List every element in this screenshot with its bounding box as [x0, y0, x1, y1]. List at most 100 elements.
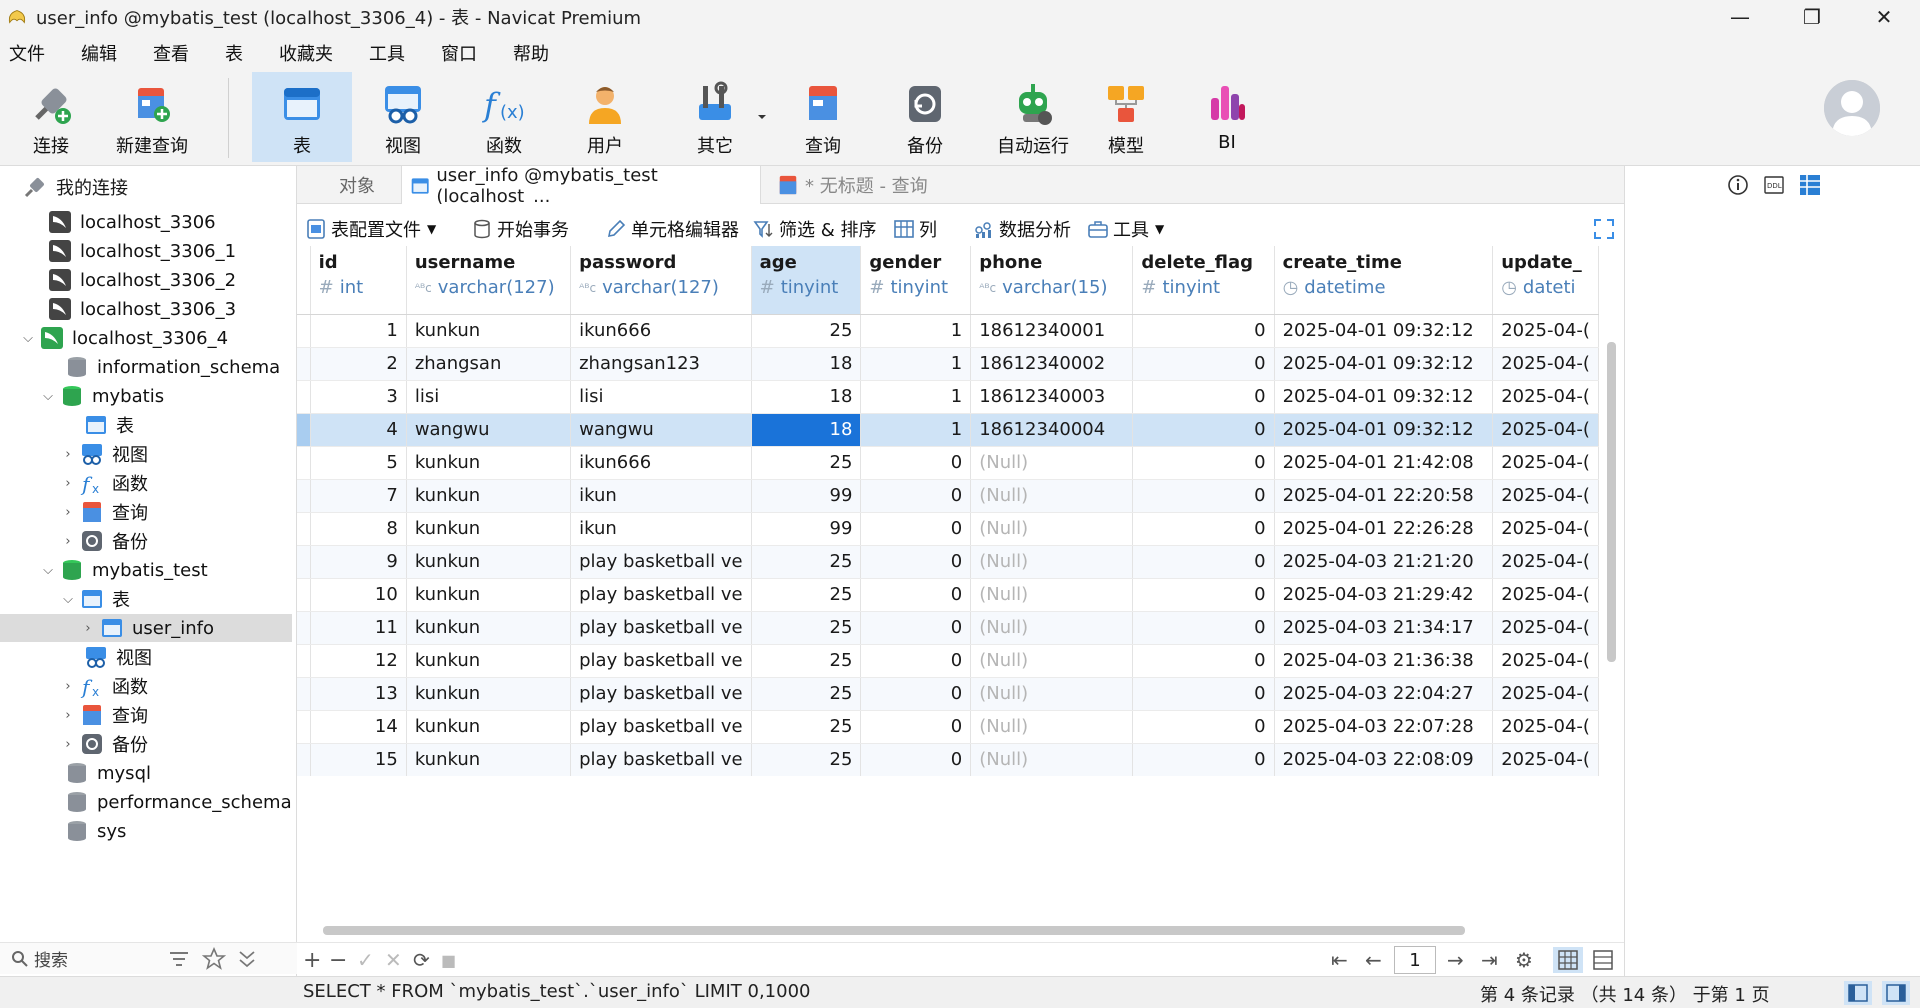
- sidebar-search[interactable]: 搜索: [0, 942, 297, 974]
- cell-create-time[interactable]: 2025-04-01 21:42:08: [1274, 446, 1494, 480]
- column-header-id[interactable]: id # int: [310, 246, 407, 315]
- cell-gender[interactable]: 0: [860, 710, 972, 744]
- toggle-right-panel-icon[interactable]: [1882, 981, 1910, 1005]
- chevron-right-icon[interactable]: ›: [60, 679, 76, 694]
- cell-username[interactable]: kunkun: [406, 710, 572, 744]
- cell-id[interactable]: 3: [310, 380, 407, 414]
- cell-delete-flag[interactable]: 0: [1132, 314, 1275, 348]
- cell-create-time[interactable]: 2025-04-03 21:21:20: [1274, 545, 1494, 579]
- query-button[interactable]: 查询: [782, 72, 864, 162]
- cell-update-time[interactable]: 2025-04-(: [1492, 380, 1599, 414]
- function-button[interactable]: f (x) 函数: [464, 72, 544, 162]
- cell-delete-flag[interactable]: 0: [1132, 743, 1275, 776]
- chevron-right-icon[interactable]: ›: [80, 621, 96, 636]
- cell-age[interactable]: 25: [751, 677, 862, 711]
- tree-db-mybatis[interactable]: ⌵ mybatis: [40, 382, 164, 410]
- cell-phone[interactable]: (Null): [970, 578, 1134, 612]
- data-grid[interactable]: id # int username ᴬᴮc varchar(127) password ᴬ…: [297, 246, 1599, 776]
- cell-phone[interactable]: (Null): [970, 446, 1134, 480]
- cell-id[interactable]: 5: [310, 446, 407, 480]
- cell-username[interactable]: kunkun: [406, 611, 572, 645]
- table-row[interactable]: 8 kunkun ikun 99 0 (Null) 0 2025-04-01 22:26:28…: [297, 512, 1599, 546]
- cell-gender[interactable]: 1: [860, 314, 972, 348]
- cell-age[interactable]: 18: [751, 413, 862, 447]
- model-button[interactable]: 模型: [1086, 72, 1166, 162]
- chevron-down-icon[interactable]: ⌵: [40, 389, 56, 404]
- cell-update-time[interactable]: 2025-04-(: [1492, 611, 1599, 645]
- cell-password[interactable]: play basketball ve: [570, 644, 752, 678]
- next-page-button[interactable]: →: [1447, 947, 1464, 973]
- cell-gender[interactable]: 0: [860, 578, 972, 612]
- cell-gender[interactable]: 0: [860, 545, 972, 579]
- chevron-down-icon[interactable]: ⌵: [40, 563, 56, 578]
- cell-update-time[interactable]: 2025-04-(: [1492, 413, 1599, 447]
- chevron-right-icon[interactable]: ›: [60, 708, 76, 723]
- cell-age[interactable]: 25: [751, 446, 862, 480]
- table-row[interactable]: 3 lisi lisi 18 1 18612340003 0 2025-04-01 09:32…: [297, 380, 1599, 414]
- view-button[interactable]: 视图: [362, 72, 444, 162]
- cell-age[interactable]: 18: [751, 347, 862, 381]
- cell-update-time[interactable]: 2025-04-(: [1492, 578, 1599, 612]
- cell-username[interactable]: kunkun: [406, 446, 572, 480]
- cell-delete-flag[interactable]: 0: [1132, 644, 1275, 678]
- column-header-update-time[interactable]: update_ ◷ dateti: [1492, 246, 1599, 315]
- table-row[interactable]: 4 wangwu wangwu 18 1 18612340004 0 2025-04-01 0…: [297, 413, 1599, 447]
- table-row[interactable]: 9 kunkun play basketball ve 25 0 (Null) 0 2025-…: [297, 545, 1599, 579]
- menu-view[interactable]: 查看: [153, 40, 189, 66]
- other-dropdown-icon[interactable]: [756, 112, 768, 122]
- user-button[interactable]: 用户: [564, 72, 646, 162]
- cell-username[interactable]: kunkun: [406, 743, 572, 776]
- menu-window[interactable]: 窗口: [441, 40, 477, 66]
- tree-connection-localhost-3306-4[interactable]: ⌵ localhost_3306_4: [20, 324, 228, 352]
- tree-mybatis-test-views[interactable]: 视图: [64, 643, 152, 671]
- cell-id[interactable]: 1: [310, 314, 407, 348]
- cell-age[interactable]: 25: [751, 611, 862, 645]
- cell-age[interactable]: 99: [751, 479, 862, 513]
- cell-password[interactable]: ikun: [570, 479, 752, 513]
- tree-mybatis-views[interactable]: › 视图: [60, 440, 148, 468]
- tree-mybatis-test-queries[interactable]: › 查询: [60, 701, 148, 729]
- cell-username[interactable]: kunkun: [406, 644, 572, 678]
- cell-phone[interactable]: (Null): [970, 710, 1134, 744]
- cell-phone[interactable]: 18612340004: [970, 413, 1134, 447]
- cell-create-time[interactable]: 2025-04-03 21:34:17: [1274, 611, 1494, 645]
- cell-password[interactable]: play basketball ve: [570, 743, 752, 776]
- cell-delete-flag[interactable]: 0: [1132, 479, 1275, 513]
- menu-tools[interactable]: 工具: [369, 40, 405, 66]
- filter-lines-icon[interactable]: [168, 949, 190, 969]
- cell-username[interactable]: kunkun: [406, 479, 572, 513]
- cell-phone[interactable]: (Null): [970, 479, 1134, 513]
- page-number-input[interactable]: 1: [1394, 946, 1436, 974]
- cell-phone[interactable]: (Null): [970, 644, 1134, 678]
- cell-id[interactable]: 14: [310, 710, 407, 744]
- cell-phone[interactable]: (Null): [970, 743, 1134, 776]
- tree-mybatis-tables[interactable]: 表: [64, 411, 134, 439]
- cell-username[interactable]: kunkun: [406, 677, 572, 711]
- menu-edit[interactable]: 编辑: [81, 40, 117, 66]
- my-connections-header[interactable]: 我的连接: [22, 174, 128, 200]
- search-input[interactable]: 搜索: [34, 946, 68, 971]
- cell-password[interactable]: wangwu: [570, 413, 752, 447]
- cell-update-time[interactable]: 2025-04-(: [1492, 479, 1599, 513]
- tree-table-user-info[interactable]: › user_info: [0, 614, 292, 642]
- menu-table[interactable]: 表: [225, 40, 243, 66]
- cell-age[interactable]: 25: [751, 710, 862, 744]
- row-header[interactable]: [297, 710, 311, 744]
- row-header[interactable]: [297, 446, 311, 480]
- cell-delete-flag[interactable]: 0: [1132, 512, 1275, 546]
- cell-password[interactable]: play basketball ve: [570, 611, 752, 645]
- backup-button[interactable]: 备份: [884, 72, 966, 162]
- cell-gender[interactable]: 0: [860, 644, 972, 678]
- row-header[interactable]: [297, 644, 311, 678]
- cell-id[interactable]: 10: [310, 578, 407, 612]
- tab-untitled-query[interactable]: * 无标题 - 查询: [769, 166, 936, 204]
- cell-delete-flag[interactable]: 0: [1132, 413, 1275, 447]
- column-header-username[interactable]: username ᴬᴮc varchar(127): [406, 246, 572, 315]
- row-header[interactable]: [297, 347, 311, 381]
- cell-delete-flag[interactable]: 0: [1132, 710, 1275, 744]
- row-header[interactable]: [297, 380, 311, 414]
- cell-update-time[interactable]: 2025-04-(: [1492, 710, 1599, 744]
- cell-phone[interactable]: (Null): [970, 512, 1134, 546]
- cell-id[interactable]: 7: [310, 479, 407, 513]
- cell-gender[interactable]: 0: [860, 611, 972, 645]
